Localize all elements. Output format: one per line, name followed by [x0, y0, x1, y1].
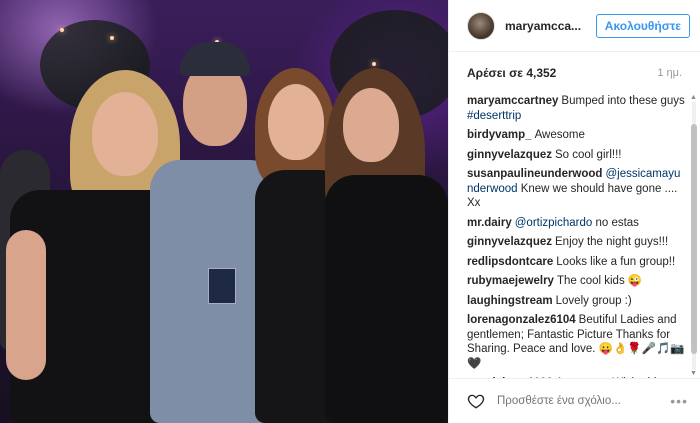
- comment-username[interactable]: maryamccartney: [467, 95, 558, 107]
- photo-badge: [208, 268, 236, 304]
- comment-item: susanpaulineunderwood @jessicamayunderwoo…: [467, 167, 686, 211]
- comment-username[interactable]: ginnyvelazquez: [467, 149, 552, 161]
- comment-text: Bumped into these guys: [561, 95, 685, 107]
- comment-item: laughingstream Lovely group :): [467, 294, 686, 309]
- comment-username[interactable]: susanpaulineunderwood: [467, 168, 602, 180]
- post-header: maryamcca... Ακολουθήστε: [449, 0, 700, 52]
- likes-row: Αρέσει σε 4,352 1 ημ.: [449, 52, 700, 94]
- comment-text: The cool kids 😜: [556, 275, 643, 287]
- comment-item: ginnyvelazquez Enjoy the night guys!!!: [467, 235, 686, 250]
- comment-tag-link[interactable]: @ortizpichardo: [515, 217, 593, 229]
- comment-username[interactable]: laughingstream: [467, 295, 553, 307]
- comment-item: birdyvamp_ Awesome: [467, 128, 686, 143]
- comment-item: maryamccartney Bumped into these guys #de…: [467, 94, 686, 123]
- comment-text: Enjoy the night guys!!!: [555, 236, 669, 248]
- username[interactable]: maryamcca...: [505, 19, 596, 33]
- photo-light: [60, 28, 64, 32]
- scroll-down-icon[interactable]: ▼: [690, 370, 697, 378]
- comment-username[interactable]: birdyvamp_: [467, 129, 532, 141]
- avatar[interactable]: [467, 11, 495, 40]
- post-sidebar: maryamcca... Ακολουθήστε Αρέσει σε 4,352…: [448, 0, 700, 423]
- more-options-icon[interactable]: •••: [670, 393, 688, 409]
- comment-list: maryamccartney Bumped into these guys #de…: [467, 94, 686, 378]
- comment-bar: •••: [449, 378, 700, 423]
- post-photo[interactable]: [0, 0, 448, 423]
- comment-item: redlipsdontcare Looks like a fun group!!: [467, 255, 686, 270]
- photo-light: [110, 36, 114, 40]
- comment-username[interactable]: rubymaejewelry: [467, 275, 554, 287]
- photo-cap: [180, 42, 250, 76]
- photo-face: [343, 88, 399, 162]
- comment-item: ginnyvelazquez So cool girl!!!: [467, 148, 686, 163]
- photo-face: [92, 92, 158, 176]
- photo-arm: [6, 230, 46, 380]
- photo-light: [372, 62, 376, 66]
- scroll-up-icon[interactable]: ▲: [690, 94, 697, 102]
- comment-username[interactable]: redlipsdontcare: [467, 256, 553, 268]
- likes-count[interactable]: Αρέσει σε 4,352: [467, 66, 556, 80]
- photo-woman-right: [325, 175, 448, 423]
- comment-username[interactable]: ginnyvelazquez: [467, 236, 552, 248]
- comment-text: Awesome: [534, 129, 585, 141]
- follow-button[interactable]: Ακολουθήστε: [595, 13, 690, 38]
- scrollbar-thumb[interactable]: [691, 124, 697, 354]
- comment-item: rubymaejewelry The cool kids 😜: [467, 274, 686, 289]
- photo-face: [268, 84, 324, 160]
- heart-icon[interactable]: [467, 392, 485, 410]
- comments-scrollbar[interactable]: ▲ ▼: [690, 94, 698, 378]
- post-time[interactable]: 1 ημ.: [657, 67, 682, 79]
- comment-text: So cool girl!!!: [555, 148, 622, 161]
- comment-username[interactable]: lorenagonzalez6104: [467, 314, 576, 326]
- comment-text: Lovely group :): [555, 294, 632, 307]
- comment-input[interactable]: [497, 395, 671, 407]
- comment-username[interactable]: mr.dairy: [467, 217, 512, 229]
- comment-text: Looks like a fun group!!: [556, 255, 676, 268]
- comment-tag-link[interactable]: #deserttrip: [467, 110, 521, 122]
- comment-text-after: no estas: [592, 216, 639, 229]
- comment-item: mr.dairy @ortizpichardo no estas: [467, 216, 686, 231]
- comment-item: lorenagonzalez6104 Beutiful Ladies and ge…: [467, 313, 686, 371]
